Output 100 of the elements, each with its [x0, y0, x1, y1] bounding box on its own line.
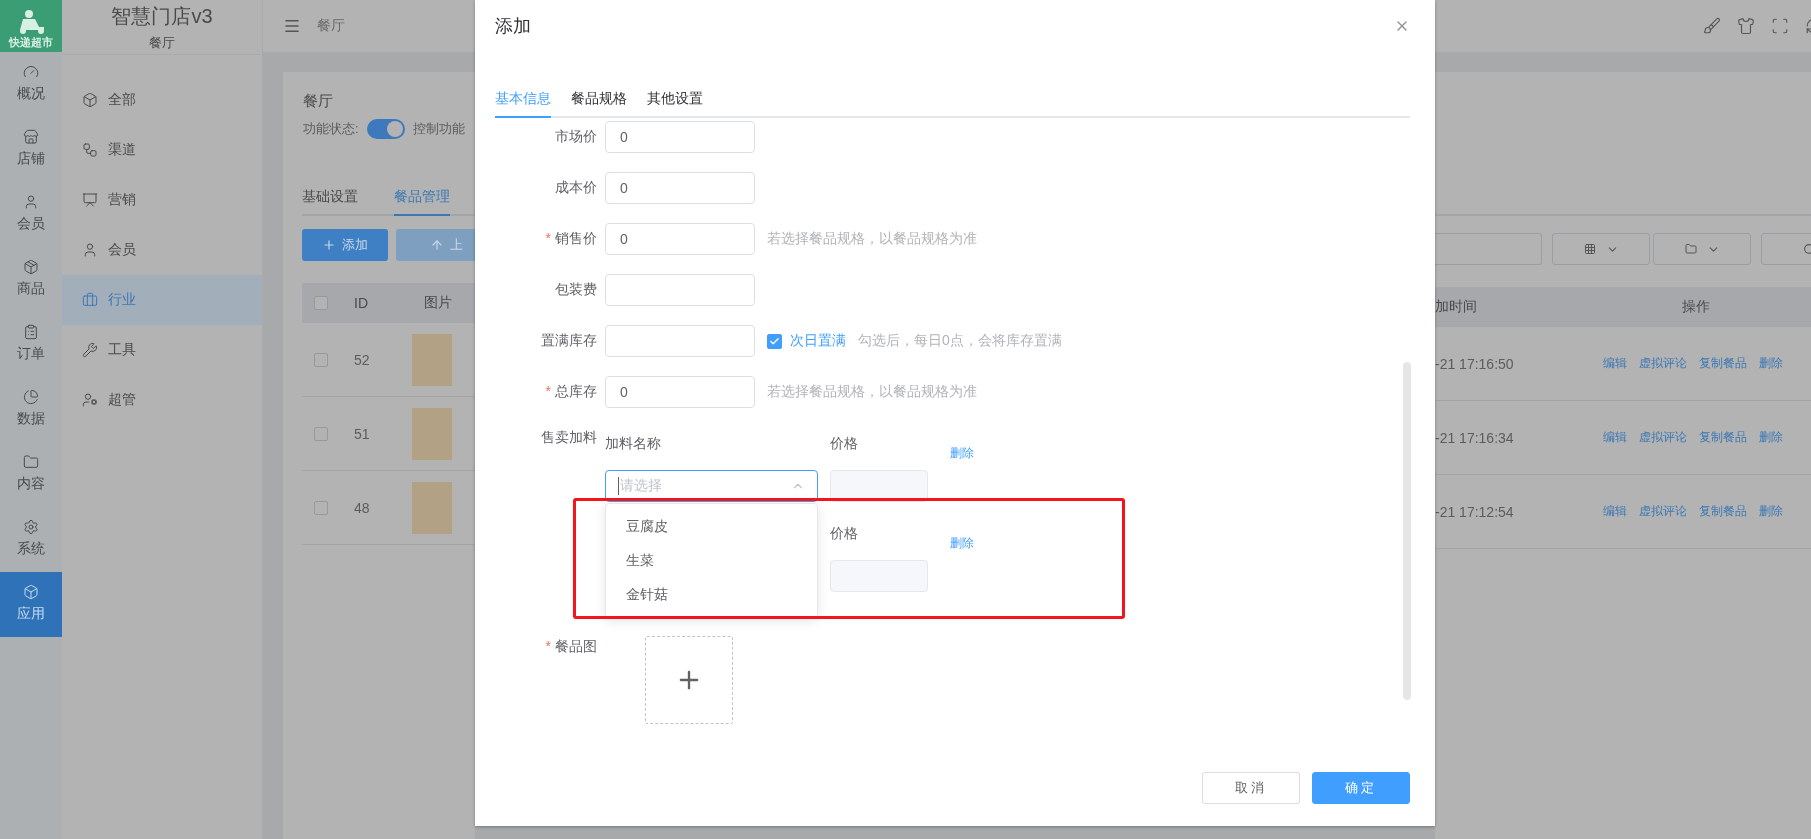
- rail-label: 内容: [17, 475, 45, 493]
- input-field[interactable]: [605, 325, 755, 357]
- delete-link[interactable]: 删除: [940, 445, 1000, 462]
- field-label: * 总库存: [544, 383, 597, 401]
- input-field[interactable]: 0: [605, 172, 755, 204]
- rail-item[interactable]: 数据: [0, 377, 62, 442]
- folder-icon: [23, 454, 39, 470]
- sidebar-label: 营销: [108, 191, 136, 209]
- dropdown-option[interactable]: 豆腐皮: [606, 510, 817, 544]
- clipboard-icon: [23, 324, 39, 340]
- rail-item[interactable]: 内容: [0, 442, 62, 507]
- sidebar-label: 会员: [108, 241, 136, 259]
- nodes-icon: [82, 142, 98, 158]
- status-note: 控制功能: [412, 120, 465, 138]
- checkbox[interactable]: [314, 296, 328, 310]
- action-link[interactable]: 删除: [1759, 503, 1783, 520]
- sidebar-item[interactable]: 工具: [62, 325, 262, 375]
- rail-label: 数据: [17, 410, 45, 428]
- page-tab[interactable]: 基础设置: [302, 188, 358, 216]
- photo-placeholder: [412, 407, 452, 460]
- checkbox-label[interactable]: 次日置满: [790, 332, 846, 350]
- user-gear-icon: [82, 392, 98, 408]
- dropdown-option[interactable]: 生菜: [606, 544, 817, 578]
- column-header: 图片: [424, 294, 453, 312]
- sidebar-item[interactable]: 会员: [62, 225, 262, 275]
- action-link[interactable]: 复制餐品: [1699, 503, 1747, 520]
- sidebar-label: 超管: [108, 391, 136, 409]
- photo-placeholder: [412, 481, 452, 534]
- fullscreen-icon[interactable]: [1771, 17, 1789, 35]
- rail-item[interactable]: 订单: [0, 312, 62, 377]
- cube-icon: [23, 259, 39, 275]
- sidebar-label: 工具: [108, 341, 136, 359]
- rail-item[interactable]: 应用: [0, 572, 62, 637]
- grid-icon: [1583, 243, 1596, 255]
- table-cell-text: 52: [354, 351, 371, 368]
- sidebar-item[interactable]: 渠道: [62, 125, 262, 175]
- add-button[interactable]: 添加: [302, 229, 388, 261]
- image-upload[interactable]: [645, 636, 733, 724]
- user-icon: [23, 194, 39, 210]
- rail-item[interactable]: 商品: [0, 247, 62, 312]
- checkbox[interactable]: [314, 426, 328, 441]
- briefcase-icon: [82, 292, 98, 308]
- rail-item[interactable]: 系统: [0, 507, 62, 572]
- confirm-button[interactable]: 确定: [1312, 772, 1410, 804]
- column-header: 价格: [830, 434, 859, 453]
- view-select[interactable]: [1552, 233, 1650, 265]
- sidebar-item[interactable]: 全部: [62, 75, 262, 125]
- table-cell-text: -21 17:16:50: [1435, 355, 1515, 372]
- checkbox[interactable]: [314, 352, 328, 367]
- rail-item[interactable]: 概况: [0, 52, 62, 117]
- app-title: 智慧门店v3: [111, 3, 213, 29]
- settings-icon: [23, 519, 39, 535]
- action-link[interactable]: 编辑: [1603, 503, 1627, 520]
- sidebar-item[interactable]: 超管: [62, 375, 262, 425]
- field-label: * 餐品图: [544, 637, 597, 656]
- action-link[interactable]: 虚拟评论: [1639, 355, 1687, 372]
- dialog-tab[interactable]: 餐品规格: [571, 90, 627, 118]
- scrollbar-thumb[interactable]: [1403, 362, 1411, 700]
- action-link[interactable]: 删除: [1759, 429, 1783, 446]
- sidebar-item[interactable]: 营销: [62, 175, 262, 225]
- action-link[interactable]: 编辑: [1603, 355, 1627, 372]
- delete-link[interactable]: 删除: [940, 535, 1000, 552]
- status-switch[interactable]: [366, 119, 405, 139]
- checkbox[interactable]: [314, 500, 328, 515]
- wrench-icon: [82, 342, 98, 358]
- chart-board-icon: [82, 192, 98, 208]
- action-link[interactable]: 复制餐品: [1699, 355, 1747, 372]
- page-tab[interactable]: 餐品管理: [394, 188, 450, 216]
- store-icon: [23, 129, 39, 145]
- user-icon: [82, 242, 98, 258]
- input-field[interactable]: [605, 274, 755, 306]
- input-field[interactable]: 0: [605, 121, 755, 153]
- dialog-tab[interactable]: 基本信息: [495, 90, 551, 118]
- folder-select[interactable]: [1653, 233, 1751, 265]
- action-link[interactable]: 编辑: [1603, 429, 1627, 446]
- search-field[interactable]: [1435, 233, 1542, 265]
- breadcrumb[interactable]: 餐厅: [317, 17, 345, 35]
- action-link[interactable]: 删除: [1759, 355, 1783, 372]
- table-cell-text: 48: [354, 499, 371, 516]
- table-cell-text: -21 17:12:54: [1435, 503, 1515, 520]
- rail-item[interactable]: 会员: [0, 182, 62, 247]
- column-header: 价格: [830, 524, 859, 543]
- action-link[interactable]: 虚拟评论: [1639, 429, 1687, 446]
- action-link[interactable]: 虚拟评论: [1639, 503, 1687, 520]
- rail-item[interactable]: 店铺: [0, 117, 62, 182]
- action-link[interactable]: 复制餐品: [1699, 429, 1747, 446]
- cancel-button[interactable]: 取消: [1202, 772, 1300, 804]
- brush-icon[interactable]: [1703, 17, 1721, 35]
- dialog-tab[interactable]: 其他设置: [647, 90, 703, 118]
- search-button[interactable]: [1761, 233, 1811, 265]
- menu-icon[interactable]: [283, 17, 301, 35]
- checkbox[interactable]: [767, 333, 782, 349]
- column-header: 操作: [1682, 298, 1711, 316]
- input-field[interactable]: 0: [605, 376, 755, 408]
- field-label: 市场价: [554, 128, 597, 146]
- input-field[interactable]: 0: [605, 223, 755, 255]
- dropdown-option[interactable]: 金针菇: [606, 578, 817, 612]
- sidebar-label: 行业: [108, 291, 136, 309]
- shirt-icon[interactable]: [1737, 17, 1755, 35]
- app-subtitle: 餐厅: [149, 33, 175, 52]
